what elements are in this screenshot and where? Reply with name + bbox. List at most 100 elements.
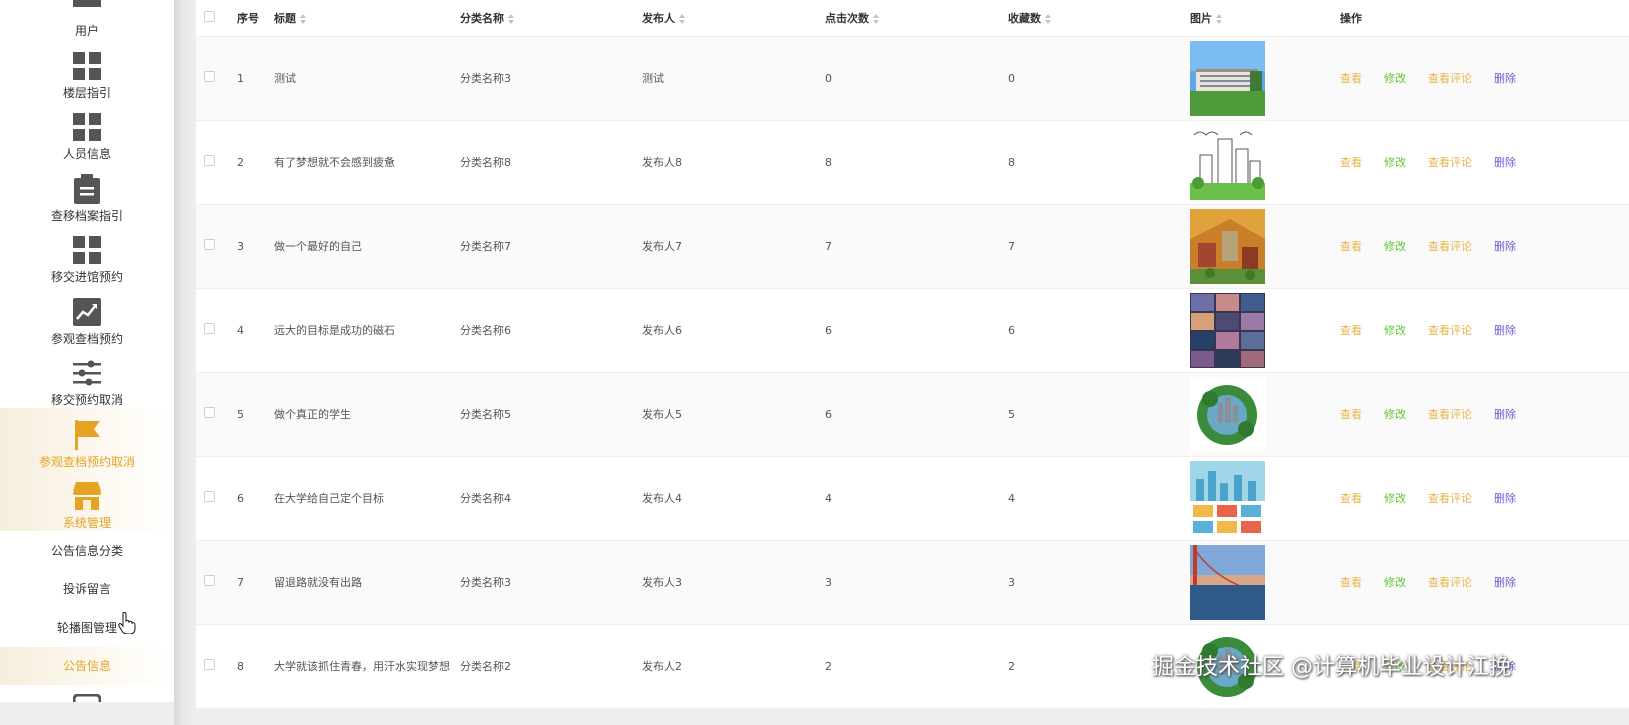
delete-button[interactable]: 删除: [1494, 70, 1516, 86]
table-row: 4 远大的目标是成功的磁石 分类名称6 发布人6 6 6 查看 修改 查看评论 删除: [196, 288, 1629, 373]
row-favorites: 5: [1008, 372, 1190, 457]
view-comments-button[interactable]: 查看评论: [1428, 238, 1472, 254]
row-checkbox[interactable]: [204, 323, 215, 334]
delete-button[interactable]: 删除: [1494, 322, 1516, 338]
view-button[interactable]: 查看: [1340, 490, 1362, 506]
sidebar-item-visit-cancel[interactable]: 参观查档预约取消: [0, 408, 174, 470]
row-checkbox[interactable]: [204, 491, 215, 502]
row-clicks: 4: [825, 456, 1008, 541]
delete-button[interactable]: 删除: [1494, 154, 1516, 170]
header-favorites[interactable]: 收藏数: [1008, 0, 1190, 37]
view-button[interactable]: 查看: [1340, 70, 1362, 86]
header-category[interactable]: 分类名称: [460, 0, 642, 37]
sidebar-item-transfer-cancel[interactable]: 移交预约取消: [0, 347, 174, 409]
row-category: 分类名称8: [460, 120, 642, 205]
sidebar-subitem-notice-category[interactable]: 公告信息分类: [0, 531, 174, 570]
sidebar-item-system-management[interactable]: 系统管理: [0, 469, 174, 531]
table-row: 6 在大学给自己定个目标 分类名称4 发布人4 4 4 查看 修改 查看评论 删除: [196, 456, 1629, 541]
row-select-cell[interactable]: [196, 624, 237, 709]
sort-icon[interactable]: [1045, 13, 1051, 24]
header-select-all[interactable]: [196, 0, 237, 37]
row-checkbox[interactable]: [204, 155, 215, 166]
delete-button[interactable]: 删除: [1494, 490, 1516, 506]
sort-icon[interactable]: [1216, 13, 1222, 24]
sidebar-item-label: 系统管理: [62, 516, 111, 530]
sidebar-item-floor-guide[interactable]: 楼层指引: [0, 39, 174, 101]
edit-button[interactable]: 修改: [1384, 406, 1406, 422]
row-publisher: 发布人8: [642, 120, 825, 205]
sidebar-subitem-complaints[interactable]: 投诉留言: [0, 570, 174, 609]
row-clicks: 7: [825, 204, 1008, 289]
sort-icon[interactable]: [873, 13, 879, 24]
sidebar-item-transfer-booking[interactable]: 移交进馆预约: [0, 224, 174, 286]
row-select-cell[interactable]: [196, 120, 237, 205]
header-image[interactable]: 图片: [1190, 0, 1340, 37]
row-select-cell[interactable]: [196, 456, 237, 541]
row-select-cell[interactable]: [196, 288, 237, 373]
sidebar-item-visit-booking[interactable]: 参观查档预约: [0, 285, 174, 347]
sidebar-item-label: 移交预约取消: [50, 393, 123, 407]
table-row: 7 留退路就没有出路 分类名称3 发布人3 3 3 查看 修改 查看评论 删除: [196, 540, 1629, 625]
store-icon: [72, 481, 102, 511]
view-comments-button[interactable]: 查看评论: [1428, 154, 1472, 170]
row-category: 分类名称3: [460, 540, 642, 625]
edit-button[interactable]: 修改: [1384, 490, 1406, 506]
view-button[interactable]: 查看: [1340, 154, 1362, 170]
edit-button[interactable]: 修改: [1384, 238, 1406, 254]
edit-button[interactable]: 修改: [1384, 70, 1406, 86]
delete-button[interactable]: 删除: [1494, 574, 1516, 590]
sidebar-item-staff-info[interactable]: 人员信息: [0, 101, 174, 163]
row-thumbnail-image[interactable]: [1190, 40, 1265, 116]
row-clicks: 6: [825, 372, 1008, 457]
sidebar-item-archive-guide[interactable]: 查移档案指引: [0, 162, 174, 224]
sidebar-item-users[interactable]: 用户: [0, 0, 174, 39]
row-checkbox[interactable]: [204, 659, 215, 670]
row-thumbnail-image[interactable]: [1190, 376, 1265, 452]
row-select-cell[interactable]: [196, 204, 237, 289]
view-button[interactable]: 查看: [1340, 574, 1362, 590]
sort-icon[interactable]: [300, 13, 306, 24]
row-thumbnail-image[interactable]: [1190, 292, 1265, 368]
table-row: 5 做个真正的学生 分类名称5 发布人5 6 5 查看 修改 查看评论 删除: [196, 372, 1629, 457]
row-select-cell[interactable]: [196, 540, 237, 625]
row-select-cell[interactable]: [196, 372, 237, 457]
row-category: 分类名称3: [460, 36, 642, 121]
row-title: 远大的目标是成功的磁石: [274, 288, 460, 373]
delete-button[interactable]: 删除: [1494, 238, 1516, 254]
row-thumbnail-image[interactable]: [1190, 208, 1265, 284]
header-title[interactable]: 标题: [274, 0, 460, 37]
sort-icon[interactable]: [679, 13, 685, 24]
row-clicks: 0: [825, 36, 1008, 121]
row-thumbnail-image[interactable]: [1190, 460, 1265, 536]
view-comments-button[interactable]: 查看评论: [1428, 322, 1472, 338]
delete-button[interactable]: 删除: [1494, 406, 1516, 422]
row-thumbnail-image[interactable]: [1190, 124, 1265, 200]
view-button[interactable]: 查看: [1340, 238, 1362, 254]
header-publisher[interactable]: 发布人: [642, 0, 825, 37]
row-checkbox[interactable]: [204, 407, 215, 418]
row-checkbox[interactable]: [204, 575, 215, 586]
row-actions: 查看 修改 查看评论 删除: [1340, 540, 1629, 625]
edit-button[interactable]: 修改: [1384, 154, 1406, 170]
sidebar-item-more[interactable]: [0, 685, 174, 702]
sort-icon[interactable]: [508, 13, 514, 24]
sidebar-subitem-notices[interactable]: 公告信息: [0, 646, 174, 685]
row-thumbnail-image[interactable]: [1190, 544, 1265, 620]
view-button[interactable]: 查看: [1340, 406, 1362, 422]
edit-button[interactable]: 修改: [1384, 322, 1406, 338]
view-comments-button[interactable]: 查看评论: [1428, 70, 1472, 86]
view-button[interactable]: 查看: [1340, 322, 1362, 338]
view-comments-button[interactable]: 查看评论: [1428, 490, 1472, 506]
view-comments-button[interactable]: 查看评论: [1428, 406, 1472, 422]
row-checkbox[interactable]: [204, 239, 215, 250]
view-comments-button[interactable]: 查看评论: [1428, 574, 1472, 590]
row-category: 分类名称4: [460, 456, 642, 541]
sidebar-subitem-carousel[interactable]: 轮播图管理: [0, 608, 174, 647]
table-row: 1 测试 分类名称3 测试 0 0 查看 修改 查看评论 删除: [196, 36, 1629, 121]
main-content: 序号 标题 分类名称 发布人 点击次数 收藏数 图片 操作 1 测试 分类名称3 测试…: [196, 0, 1629, 725]
row-select-cell[interactable]: [196, 36, 237, 121]
edit-button[interactable]: 修改: [1384, 574, 1406, 590]
header-clicks[interactable]: 点击次数: [825, 0, 1008, 37]
row-checkbox[interactable]: [204, 71, 215, 82]
select-all-checkbox[interactable]: [204, 10, 215, 22]
